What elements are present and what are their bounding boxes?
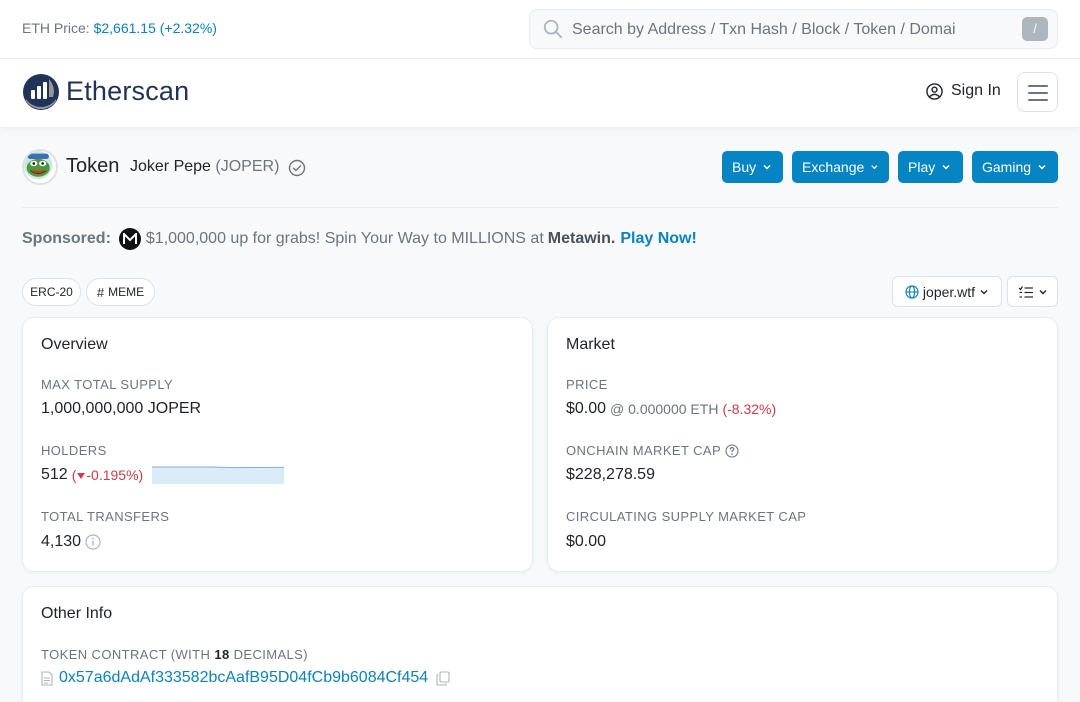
chevron-down-icon [871, 165, 878, 170]
hash-icon: # [96, 284, 105, 300]
other-info-title: Other Info [41, 605, 113, 622]
tag-erc20[interactable]: ERC-20 [22, 278, 81, 306]
gaming-dropdown[interactable]: Gaming [972, 151, 1058, 183]
chevron-down-icon [1039, 289, 1046, 294]
market-card: Market PRICE $0.00 @ 0.000000 ETH (-8.32… [547, 317, 1058, 572]
contract-address-link[interactable]: 0x57a6dAdAf333582bcAafB95D04fCb9b6084Cf4… [59, 669, 428, 687]
sign-in-label: Sign In [951, 82, 1001, 99]
token-name: Joker Pepe (JOPER) [130, 158, 279, 176]
verified-check-icon[interactable] [288, 159, 306, 177]
exchange-label: Exchange [802, 159, 865, 175]
price-label: PRICE [566, 377, 608, 392]
overview-title: Overview [41, 336, 108, 353]
sponsored-banner: Sponsored: $1,000,000 up for grabs! Spin… [22, 228, 697, 250]
brand-name[interactable]: Etherscan [66, 76, 189, 107]
website-label: joper.wtf [922, 283, 976, 300]
buy-label: Buy [732, 159, 757, 175]
gaming-label: Gaming [982, 159, 1032, 175]
holders-change-value: -0.195%) [86, 467, 144, 483]
eth-price-value[interactable]: $2,661.15 (+2.32%) [94, 20, 217, 36]
search-box[interactable]: / [529, 9, 1058, 49]
site-header: Etherscan Sign In [0, 59, 1080, 127]
globe-icon [905, 284, 919, 299]
price-row: $0.00 @ 0.000000 ETH (-8.32%) [566, 400, 776, 418]
holders-sparkline-chart [152, 466, 284, 484]
holders-label: HOLDERS [41, 443, 107, 458]
tag-meme-label: MEME [108, 285, 145, 299]
search-icon [543, 19, 563, 39]
menu-button[interactable] [1017, 72, 1058, 112]
transfers-value: 4,130 [41, 533, 82, 550]
info-icon[interactable] [85, 534, 101, 550]
menu-icon-bar [1028, 99, 1048, 101]
contract-decimals: 18 [214, 647, 230, 662]
price-value: $0.00 [566, 400, 607, 417]
contract-label: TOKEN CONTRACT (WITH 18 DECIMALS) [41, 647, 308, 662]
circ-mcap-label: CIRCULATING SUPPLY MARKET CAP [566, 509, 807, 524]
tag-erc20-label: ERC-20 [30, 285, 73, 299]
list-icon [1018, 285, 1033, 298]
token-name-text: Joker Pepe [130, 158, 211, 175]
website-dropdown[interactable]: joper.wtf [892, 276, 1002, 307]
token-avatar [22, 149, 58, 185]
token-symbol: (JOPER) [215, 158, 280, 175]
mcap-label: ONCHAIN MARKET CAP [566, 443, 722, 458]
sponsored-cta-link[interactable]: Play Now! [620, 230, 696, 248]
chevron-down-icon [980, 289, 988, 294]
transfers-value-row: 4,130 [41, 533, 101, 551]
chevron-down-icon [763, 164, 771, 170]
caret-down-icon [77, 473, 86, 479]
holders-value[interactable]: 512 [41, 466, 68, 484]
menu-icon [1028, 85, 1048, 87]
copy-icon[interactable] [436, 670, 450, 686]
divider [22, 207, 1058, 208]
market-title: Market [566, 336, 615, 353]
overview-card: Overview MAX TOTAL SUPPLY 1,000,000,000 … [22, 317, 533, 572]
top-bar: ETH Price: $2,661.15 (+2.32%) / [0, 0, 1080, 59]
mcap-value: $228,278.59 [566, 466, 655, 483]
circ-mcap-value: $0.00 [566, 533, 607, 550]
play-dropdown[interactable]: Play [898, 151, 963, 183]
document-icon [41, 670, 53, 686]
price-change: (-8.32%) [722, 401, 777, 417]
mcap-label-row: ONCHAIN MARKET CAP [566, 443, 739, 458]
other-info-card: Other Info TOKEN CONTRACT (WITH 18 DECIM… [22, 586, 1058, 702]
play-label: Play [908, 159, 936, 175]
max-supply-value: 1,000,000,000 JOPER [41, 400, 202, 417]
chevron-down-icon [942, 164, 950, 170]
metawin-logo-icon [118, 228, 141, 250]
sign-in-button[interactable]: Sign In [926, 82, 1001, 100]
sponsored-brand: Metawin. [547, 230, 616, 247]
contract-label-prefix: TOKEN CONTRACT (WITH [41, 647, 211, 662]
menu-icon-bar [1028, 92, 1048, 94]
holders-change: (-0.195%) [71, 467, 144, 483]
buy-dropdown[interactable]: Buy [722, 151, 783, 183]
search-input[interactable] [572, 16, 1012, 44]
etherscan-logo-icon[interactable] [22, 73, 60, 111]
sponsored-text: $1,000,000 up for grabs! Spin Your Way t… [145, 230, 544, 247]
tag-meme[interactable]: # MEME [86, 278, 155, 306]
chevron-down-icon [1038, 164, 1046, 170]
user-circle-icon [926, 82, 943, 100]
eth-price-label: ETH Price: [22, 20, 90, 36]
max-supply-label: MAX TOTAL SUPPLY [41, 377, 174, 392]
contract-row: 0x57a6dAdAf333582bcAafB95D04fCb9b6084Cf4… [41, 669, 450, 687]
search-shortcut-badge: / [1022, 17, 1048, 41]
transfers-label: TOTAL TRANSFERS [41, 509, 170, 524]
sponsored-label: Sponsored: [22, 230, 111, 247]
price-eth: @ 0.000000 ETH [610, 401, 719, 417]
page-title: Token [66, 155, 120, 177]
exchange-dropdown[interactable]: Exchange [792, 151, 889, 183]
holders-value-row: 512 (-0.195%) [41, 466, 143, 484]
eth-price: ETH Price: $2,661.15 (+2.32%) [22, 20, 217, 36]
question-circle-icon[interactable] [725, 443, 739, 458]
contract-label-suffix: DECIMALS) [233, 647, 308, 662]
more-options-dropdown[interactable] [1007, 276, 1058, 307]
